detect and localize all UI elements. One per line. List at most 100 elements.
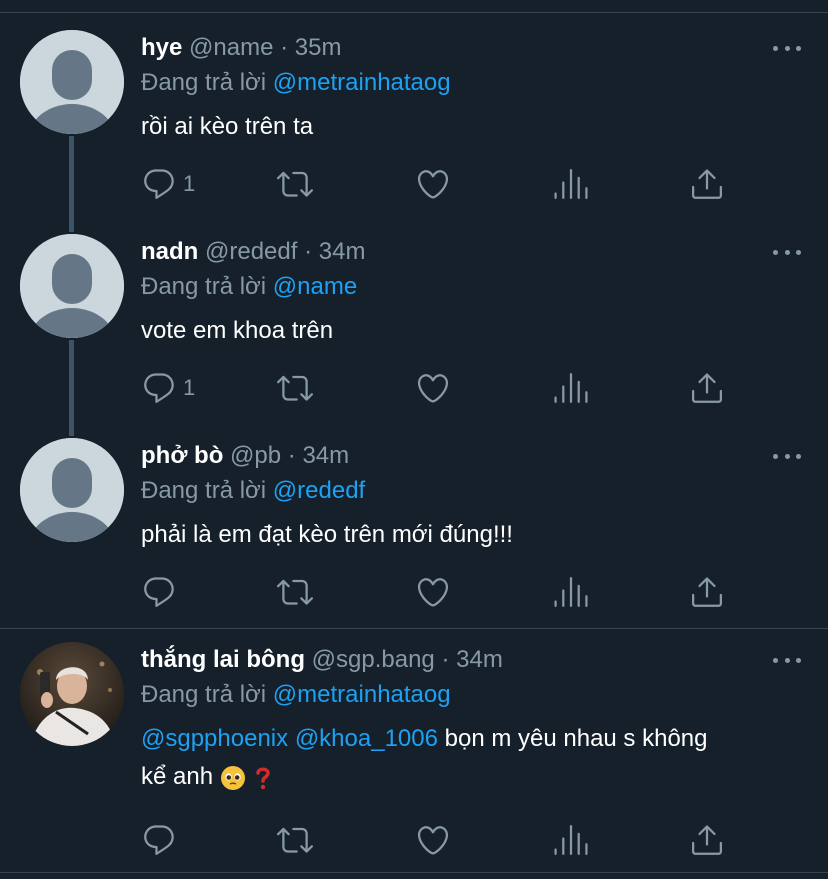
more-icon[interactable]: [773, 650, 801, 670]
separator-dot: ·: [441, 646, 450, 673]
share-icon: [692, 373, 722, 403]
tweet-header: hye @name · 35m: [141, 30, 341, 66]
tweet-actions: [141, 822, 741, 858]
mention-link[interactable]: @sgpphoenix: [141, 725, 288, 752]
tweet-1[interactable]: hye @name · 35m Đang trả lời @metrainhat…: [0, 0, 828, 232]
reply-icon: [144, 373, 174, 403]
replying-to-label: Đang trả lời: [141, 477, 267, 504]
tweet-actions: 1: [141, 370, 741, 406]
like-icon: [417, 826, 449, 855]
avatar-default[interactable]: [20, 234, 124, 338]
tweet-text: phải là em đạt kèo trên mới đúng!!!: [141, 521, 513, 548]
share-button[interactable]: [689, 822, 725, 858]
analytics-icon: [554, 825, 588, 855]
tweet-header: nadn @rededf · 34m: [141, 234, 365, 270]
tweet-text: @sgpphoenix @khoa_1006 bọn m yêu nhau s …: [141, 720, 801, 796]
analytics-icon: [554, 169, 588, 199]
like-icon: [417, 578, 449, 607]
separator-dot: ·: [280, 34, 289, 61]
tweet-text: rồi ai kèo trên ta: [141, 113, 314, 140]
reply-button[interactable]: [141, 822, 183, 858]
reply-mention-link[interactable]: @name: [273, 273, 357, 300]
tweet-text-line1: bọn m yêu nhau s không: [437, 725, 708, 752]
share-button[interactable]: [689, 370, 725, 406]
replying-to: Đang trả lời @metrainhataog: [141, 66, 451, 100]
tweet-header: phở bò @pb · 34m: [141, 438, 349, 474]
like-button[interactable]: [415, 574, 451, 610]
display-name[interactable]: thắng lai bông: [141, 646, 305, 673]
default-avatar-icon: [20, 438, 124, 542]
like-button[interactable]: [415, 166, 451, 202]
replying-to-label: Đang trả lời: [141, 273, 267, 300]
timestamp[interactable]: 34m: [319, 238, 366, 265]
more-icon[interactable]: [773, 242, 801, 262]
like-icon: [417, 374, 449, 403]
tweet-actions: [141, 574, 741, 610]
share-icon: [692, 169, 722, 199]
tweet-2[interactable]: nadn @rededf · 34m Đang trả lời @name vo…: [0, 204, 828, 436]
retweet-icon: [277, 171, 313, 197]
user-handle[interactable]: @pb: [230, 442, 281, 469]
reply-mention-link[interactable]: @metrainhataog: [273, 69, 451, 96]
timestamp[interactable]: 34m: [302, 442, 349, 469]
more-icon[interactable]: [773, 38, 801, 58]
user-handle[interactable]: @sgp.bang: [312, 646, 435, 673]
like-icon: [417, 170, 449, 199]
retweet-icon: [277, 375, 313, 401]
user-handle[interactable]: @name: [189, 34, 273, 61]
analytics-button[interactable]: [553, 166, 589, 202]
pleading-face-emoji: [220, 765, 245, 790]
reply-icon: [144, 169, 174, 199]
share-button[interactable]: [689, 574, 725, 610]
analytics-button[interactable]: [553, 574, 589, 610]
timestamp[interactable]: 35m: [295, 34, 342, 61]
share-icon: [692, 825, 722, 855]
reply-button[interactable]: [141, 574, 183, 610]
share-button[interactable]: [689, 166, 725, 202]
reply-count: 1: [183, 375, 196, 400]
like-button[interactable]: [415, 370, 451, 406]
separator-dot: ·: [287, 442, 296, 469]
retweet-button[interactable]: [277, 574, 313, 610]
tweet-text-line2: kể anh: [141, 763, 214, 790]
red-question-mark-emoji: [256, 767, 271, 789]
analytics-button[interactable]: [553, 822, 589, 858]
bottom-divider: [0, 872, 828, 873]
timestamp[interactable]: 34m: [456, 646, 503, 673]
retweet-button[interactable]: [277, 166, 313, 202]
avatar-default[interactable]: [20, 438, 124, 542]
tweet-actions: 1: [141, 166, 741, 202]
reply-button[interactable]: 1: [141, 370, 195, 406]
reply-button[interactable]: 1: [141, 166, 195, 202]
like-button[interactable]: [415, 822, 451, 858]
reply-count: 1: [183, 171, 196, 196]
replying-to: Đang trả lời @name: [141, 270, 357, 304]
reply-mention-link[interactable]: @rededf: [273, 477, 365, 504]
display-name[interactable]: hye: [141, 34, 182, 61]
tweet-3[interactable]: phở bò @pb · 34m Đang trả lời @rededf ph…: [0, 408, 828, 628]
user-handle[interactable]: @rededf: [205, 238, 297, 265]
more-icon[interactable]: [773, 446, 801, 466]
default-avatar-icon: [20, 234, 124, 338]
retweet-icon: [277, 579, 313, 605]
analytics-icon: [554, 577, 588, 607]
analytics-button[interactable]: [553, 370, 589, 406]
retweet-button[interactable]: [277, 370, 313, 406]
replying-to: Đang trả lời @rededf: [141, 474, 365, 508]
avatar-photo[interactable]: [20, 642, 124, 746]
retweet-button[interactable]: [277, 822, 313, 858]
reply-icon: [144, 825, 174, 855]
display-name[interactable]: phở bò: [141, 442, 223, 469]
replying-to: Đang trả lời @metrainhataog: [141, 678, 451, 712]
reply-icon: [144, 577, 174, 607]
default-avatar-icon: [20, 30, 124, 134]
profile-photo-icon: [20, 642, 124, 746]
retweet-icon: [277, 827, 313, 853]
mention-link[interactable]: @khoa_1006: [295, 725, 438, 752]
reply-mention-link[interactable]: @metrainhataog: [273, 681, 451, 708]
avatar-default[interactable]: [20, 30, 124, 134]
tweet-header: thắng lai bông @sgp.bang · 34m: [141, 642, 503, 678]
tweet-4[interactable]: thắng lai bông @sgp.bang · 34m Đang trả …: [0, 612, 828, 872]
display-name[interactable]: nadn: [141, 238, 198, 265]
separator-dot: ·: [304, 238, 313, 265]
